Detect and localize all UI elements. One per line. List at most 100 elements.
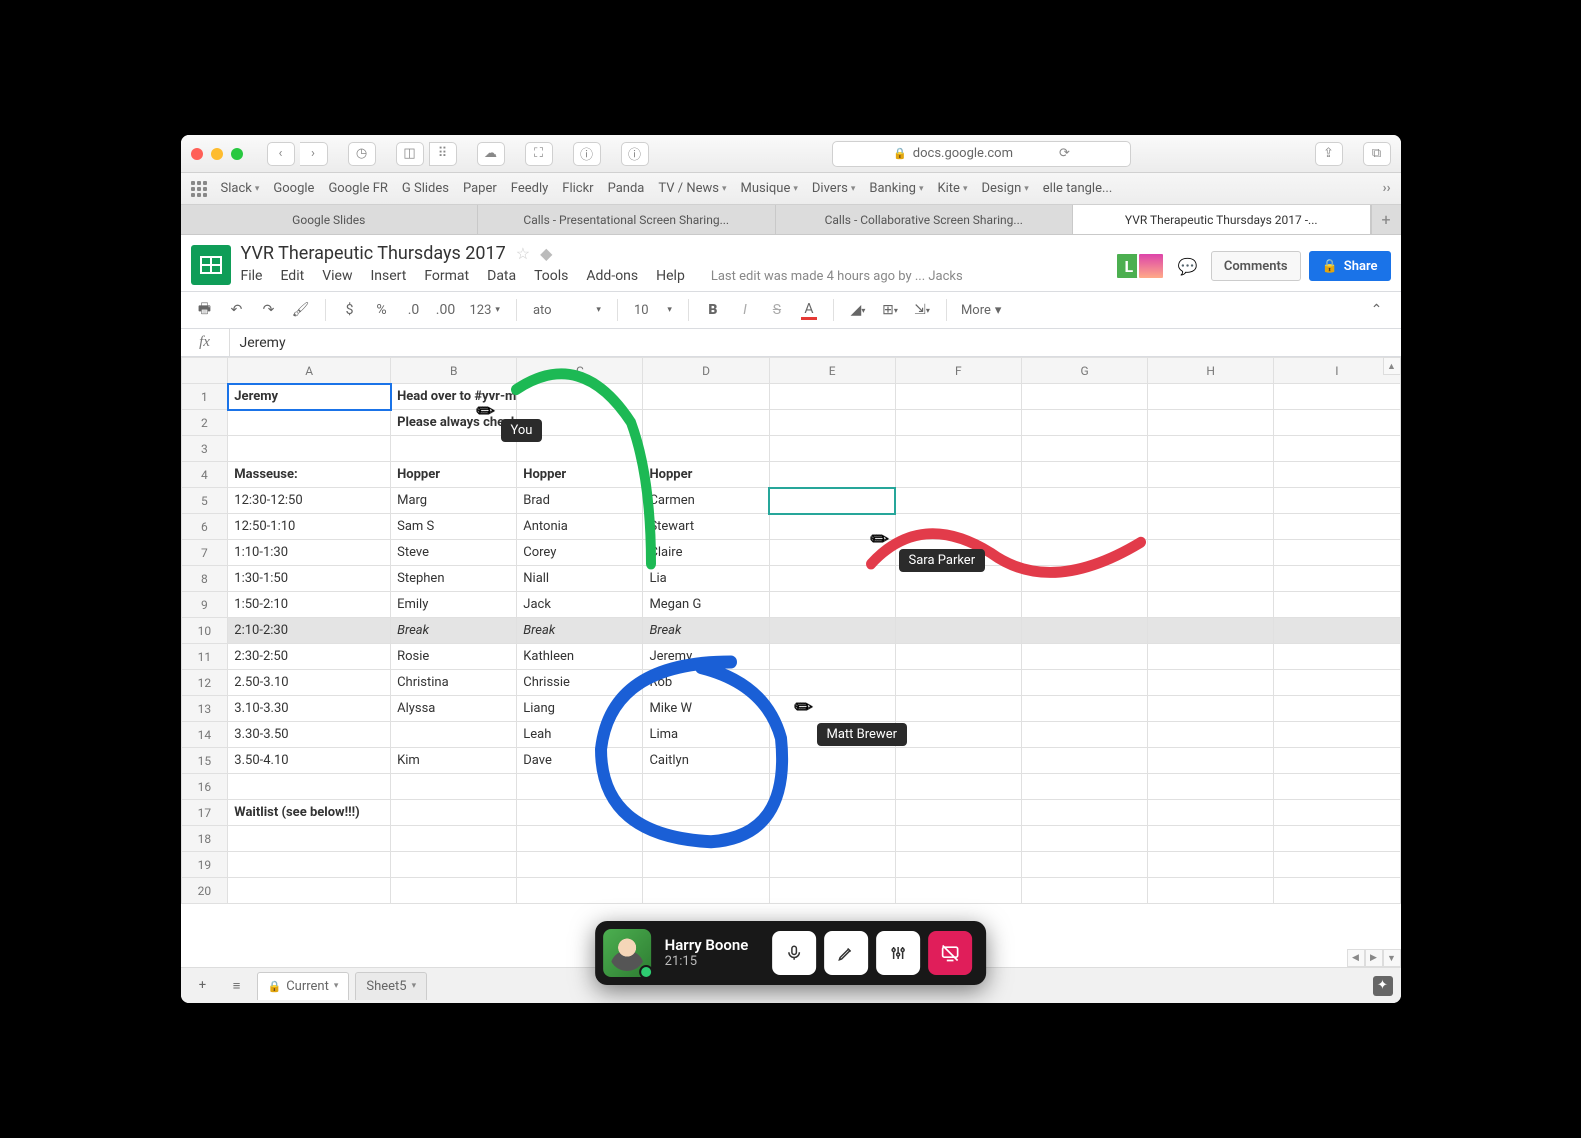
row-header[interactable]: 19 bbox=[181, 852, 228, 878]
cell[interactable] bbox=[1274, 670, 1400, 696]
cell[interactable]: Mike W bbox=[643, 696, 769, 722]
doc-title[interactable]: YVR Therapeutic Thursdays 2017 bbox=[241, 243, 506, 264]
cell[interactable]: 1:10-1:30 bbox=[228, 540, 391, 566]
cell[interactable]: Masseuse: bbox=[228, 462, 391, 488]
cell[interactable] bbox=[1148, 748, 1274, 774]
cell[interactable] bbox=[517, 878, 643, 904]
cell[interactable] bbox=[769, 826, 895, 852]
cell[interactable] bbox=[1021, 774, 1147, 800]
cell[interactable] bbox=[1021, 436, 1147, 462]
cell[interactable]: Chrissie bbox=[517, 670, 643, 696]
decrease-decimal-button[interactable]: .0 bbox=[400, 297, 428, 323]
bookmark-item[interactable]: Slack▾ bbox=[221, 181, 260, 196]
cell[interactable] bbox=[1148, 722, 1274, 748]
cell[interactable]: Please always check the waitlist first bbox=[391, 410, 517, 436]
cell[interactable] bbox=[1148, 774, 1274, 800]
cell[interactable] bbox=[1148, 826, 1274, 852]
cell[interactable] bbox=[1021, 514, 1147, 540]
cell[interactable] bbox=[1148, 670, 1274, 696]
cell[interactable] bbox=[895, 488, 1021, 514]
share-button[interactable]: ⇪ bbox=[1315, 142, 1343, 166]
cell[interactable] bbox=[1274, 696, 1400, 722]
cell[interactable]: 1:30-1:50 bbox=[228, 566, 391, 592]
fullscreen-button[interactable]: ⛶ bbox=[525, 142, 553, 166]
cell[interactable]: Megan G bbox=[643, 592, 769, 618]
cell[interactable]: Marg bbox=[391, 488, 517, 514]
row-header[interactable]: 8 bbox=[181, 566, 228, 592]
column-header[interactable]: E bbox=[769, 358, 895, 384]
row-header[interactable]: 7 bbox=[181, 540, 228, 566]
row-header[interactable]: 3 bbox=[181, 436, 228, 462]
cell[interactable] bbox=[895, 514, 1021, 540]
all-sheets-button[interactable]: ≡ bbox=[223, 972, 251, 1000]
cell[interactable] bbox=[1274, 826, 1400, 852]
close-window-button[interactable] bbox=[191, 148, 203, 160]
font-size-select[interactable]: 10▾ bbox=[628, 303, 678, 318]
sheet-tab-current[interactable]: 🔒 Current ▾ bbox=[257, 972, 350, 1000]
cell[interactable] bbox=[895, 566, 1021, 592]
bookmark-item[interactable]: Banking▾ bbox=[869, 181, 923, 196]
star-icon[interactable]: ☆ bbox=[516, 244, 530, 263]
cell[interactable] bbox=[1274, 514, 1400, 540]
cell[interactable]: 12:30-12:50 bbox=[228, 488, 391, 514]
cell[interactable] bbox=[895, 462, 1021, 488]
cell[interactable] bbox=[769, 592, 895, 618]
cell[interactable] bbox=[769, 644, 895, 670]
mute-button[interactable] bbox=[772, 931, 816, 975]
row-header[interactable]: 14 bbox=[181, 722, 228, 748]
sheets-logo-icon[interactable] bbox=[191, 245, 231, 285]
cell[interactable]: 12:50-1:10 bbox=[228, 514, 391, 540]
cell[interactable] bbox=[391, 878, 517, 904]
cell[interactable] bbox=[1148, 644, 1274, 670]
scroll-right-button[interactable]: ▶ bbox=[1365, 949, 1383, 967]
cell[interactable] bbox=[1148, 384, 1274, 410]
cell[interactable] bbox=[769, 878, 895, 904]
cell[interactable] bbox=[895, 410, 1021, 436]
minimize-window-button[interactable] bbox=[211, 148, 223, 160]
cell[interactable] bbox=[895, 670, 1021, 696]
bookmark-item[interactable]: Kite▾ bbox=[937, 181, 967, 196]
cell[interactable] bbox=[1021, 384, 1147, 410]
cell[interactable]: Liang bbox=[517, 696, 643, 722]
cell[interactable] bbox=[643, 852, 769, 878]
row-header[interactable]: 2 bbox=[181, 410, 228, 436]
cell[interactable] bbox=[517, 774, 643, 800]
row-header[interactable]: 10 bbox=[181, 618, 228, 644]
cell[interactable] bbox=[769, 410, 895, 436]
cell[interactable]: Break bbox=[391, 618, 517, 644]
cell[interactable]: Jeremy bbox=[228, 384, 391, 410]
cell[interactable]: Niall bbox=[517, 566, 643, 592]
cell[interactable]: Hopper bbox=[391, 462, 517, 488]
info-button-1[interactable]: ⓘ bbox=[573, 142, 601, 166]
cell[interactable] bbox=[895, 696, 1021, 722]
bookmark-item[interactable]: Musique▾ bbox=[741, 181, 798, 196]
cell[interactable] bbox=[1274, 540, 1400, 566]
cell[interactable]: Hopper bbox=[517, 462, 643, 488]
cell[interactable] bbox=[1021, 410, 1147, 436]
cell[interactable] bbox=[895, 800, 1021, 826]
sidebar-toggle-button[interactable]: ◫ bbox=[396, 142, 424, 166]
bookmark-item[interactable]: G Slides bbox=[402, 181, 449, 196]
row-header[interactable]: 17 bbox=[181, 800, 228, 826]
browser-tab[interactable]: YVR Therapeutic Thursdays 2017 -... bbox=[1073, 205, 1371, 234]
cell[interactable] bbox=[1274, 592, 1400, 618]
cell[interactable] bbox=[517, 826, 643, 852]
cell[interactable] bbox=[769, 462, 895, 488]
cell[interactable] bbox=[228, 774, 391, 800]
cell[interactable]: Kathleen bbox=[517, 644, 643, 670]
strike-button[interactable]: S bbox=[763, 297, 791, 323]
cell[interactable] bbox=[1021, 670, 1147, 696]
add-sheet-button[interactable]: + bbox=[189, 972, 217, 1000]
reload-icon[interactable]: ⟳ bbox=[1059, 146, 1070, 161]
cell[interactable] bbox=[517, 800, 643, 826]
cell[interactable] bbox=[228, 410, 391, 436]
cell[interactable]: Brad bbox=[517, 488, 643, 514]
text-color-button[interactable]: A bbox=[795, 297, 823, 323]
browser-tab[interactable]: Google Slides bbox=[181, 205, 479, 234]
bookmark-item[interactable]: Flickr bbox=[562, 181, 593, 196]
cell[interactable] bbox=[895, 852, 1021, 878]
cell[interactable] bbox=[1274, 618, 1400, 644]
menu-edit[interactable]: Edit bbox=[280, 268, 304, 284]
row-header[interactable]: 12 bbox=[181, 670, 228, 696]
column-header[interactable]: G bbox=[1021, 358, 1147, 384]
